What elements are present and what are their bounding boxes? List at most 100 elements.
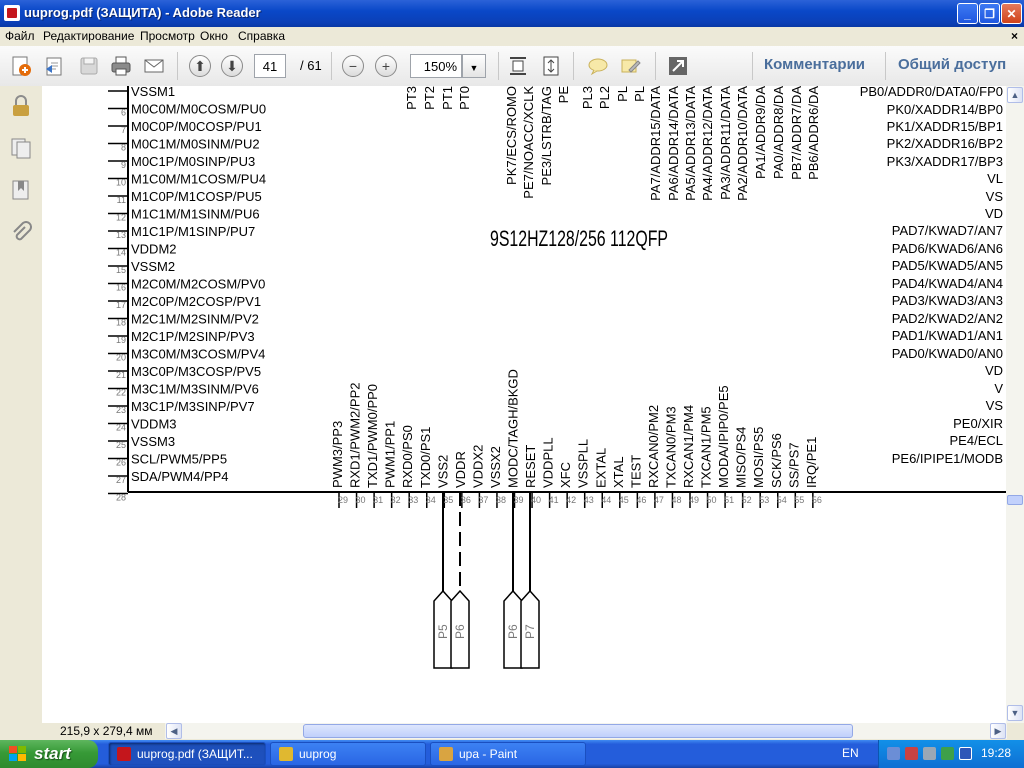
- separator: [177, 52, 178, 80]
- scroll-right-icon[interactable]: ▶: [990, 723, 1006, 739]
- bottom-pin-number: 51: [724, 495, 734, 505]
- network-icon[interactable]: [887, 747, 900, 760]
- left-pin-label: SDA/PWM4/PP4: [131, 469, 229, 484]
- scroll-down-icon[interactable]: ▼: [1007, 705, 1023, 721]
- task-paint[interactable]: upa - Paint: [430, 742, 586, 766]
- lock-icon[interactable]: [9, 94, 33, 118]
- bottom-pin-number: 56: [812, 495, 822, 505]
- bottom-pin-label: VDDX2: [470, 445, 485, 488]
- top-pin-label: PL: [615, 86, 630, 102]
- arrow-down-icon: ⬇: [221, 55, 243, 77]
- create-pdf-icon[interactable]: [8, 53, 34, 79]
- arrow-up-icon: ⬆: [189, 55, 211, 77]
- left-pin-label: M1C0M/M1COSM/PU4: [131, 172, 266, 187]
- bottom-pin-number: 47: [654, 495, 664, 505]
- bottom-pin-label: MODA/IPIP0/PE5: [716, 385, 731, 488]
- zoom-input[interactable]: 150%: [410, 54, 462, 78]
- start-button[interactable]: start: [0, 740, 98, 768]
- left-pin-label: M2C0P/M2COSP/PV1: [131, 294, 261, 309]
- menu-window[interactable]: Окно: [200, 29, 228, 43]
- comment-button[interactable]: [585, 53, 611, 79]
- task-label: upa - Paint: [459, 747, 518, 761]
- security-icon[interactable]: [905, 747, 918, 760]
- maximize-button[interactable]: ❐: [979, 3, 1000, 24]
- open-icon[interactable]: [42, 53, 68, 79]
- zoom-in-button[interactable]: +: [373, 53, 399, 79]
- update-icon[interactable]: [941, 747, 954, 760]
- task-uuprog[interactable]: uuprog: [270, 742, 426, 766]
- left-pin-label: M0C0M/M0COSM/PU0: [131, 102, 266, 117]
- pdf-icon: [117, 747, 131, 761]
- email-icon[interactable]: [141, 53, 167, 79]
- attachments-icon[interactable]: [9, 220, 33, 244]
- bottom-pin-number: 36: [461, 495, 471, 505]
- title-bar[interactable]: uuprog.pdf (ЗАЩИТА) - Adobe Reader _ ❐ ✕: [0, 0, 1024, 27]
- bottom-pin-label: TXCAN1/PM5: [699, 406, 714, 488]
- volume-icon[interactable]: [923, 747, 936, 760]
- fit-width-button[interactable]: [505, 53, 531, 79]
- menu-edit[interactable]: Редактирование: [43, 29, 134, 43]
- fit-page-button[interactable]: [538, 53, 564, 79]
- save-icon[interactable]: [76, 53, 102, 79]
- bottom-pin-label: XTAL: [611, 456, 626, 488]
- bottom-pin-number: 45: [619, 495, 629, 505]
- bookmarks-icon[interactable]: [9, 178, 33, 202]
- share-link[interactable]: Общий доступ: [898, 56, 1006, 73]
- right-pin-label: PK2/XADDR16/BP2: [887, 136, 1003, 151]
- left-pin-label: M2C1M/M2SINM/PV2: [131, 312, 259, 327]
- document-close-icon[interactable]: ×: [1011, 29, 1018, 43]
- page-total-label: / 61: [300, 58, 322, 73]
- horizontal-scroll-thumb[interactable]: [303, 724, 853, 738]
- bottom-pin-label: RESET: [523, 445, 538, 488]
- separator: [752, 52, 753, 80]
- zoom-out-button[interactable]: −: [340, 53, 366, 79]
- task-label: uuprog.pdf (ЗАЩИТ...: [137, 747, 253, 761]
- right-pin-label: PK0/XADDR14/BP0: [887, 102, 1003, 117]
- next-page-button[interactable]: ⬇: [219, 53, 245, 79]
- highlight-button[interactable]: [618, 53, 644, 79]
- bottom-pin-number: 35: [443, 495, 453, 505]
- document-view[interactable]: 9S12HZ128/256 112QFP VSSM1 6 M0C0M/M0COSM/P…: [42, 86, 1006, 723]
- scroll-left-icon[interactable]: ◀: [166, 723, 182, 739]
- vertical-scroll-thumb[interactable]: [1007, 495, 1023, 505]
- top-pin-label: PE3/LSTRB/TAG: [539, 86, 554, 185]
- bottom-pin-label: SS/PS7: [786, 442, 801, 488]
- vertical-scrollbar[interactable]: ▲ ▼: [1006, 86, 1024, 723]
- left-pin-label: M0C1P/M0SINP/PU3: [131, 154, 255, 169]
- horizontal-scrollbar[interactable]: ◀ ▶: [165, 723, 1007, 739]
- system-tray: 19:28: [878, 740, 1024, 768]
- task-adobe-reader[interactable]: uuprog.pdf (ЗАЩИТ...: [108, 742, 266, 766]
- zoom-dropdown-button[interactable]: ▼: [462, 54, 486, 78]
- previous-page-button[interactable]: ⬆: [187, 53, 213, 79]
- chevron-down-icon: ▼: [469, 63, 479, 73]
- menu-help[interactable]: Справка: [238, 29, 285, 43]
- connector-label: P5: [436, 624, 450, 639]
- page-number-input[interactable]: 41: [254, 54, 286, 78]
- menu-file[interactable]: Файл: [5, 29, 35, 43]
- bottom-pin-number: 29: [338, 495, 348, 505]
- monitor-icon[interactable]: [959, 747, 972, 760]
- separator: [498, 52, 499, 80]
- comments-link[interactable]: Комментарии: [764, 56, 865, 73]
- scroll-up-icon[interactable]: ▲: [1007, 87, 1023, 103]
- close-button[interactable]: ✕: [1001, 3, 1022, 24]
- separator: [655, 52, 656, 80]
- top-pin-label: PA3/ADDR11/DATA: [718, 86, 733, 200]
- left-pin-number: 25: [116, 440, 126, 450]
- left-pin-label: M2C0M/M2COSM/PV0: [131, 277, 265, 292]
- minimize-button[interactable]: _: [957, 3, 978, 24]
- language-indicator[interactable]: EN: [842, 746, 859, 760]
- left-pin-number: 20: [116, 353, 126, 363]
- menu-view[interactable]: Просмотр: [140, 29, 195, 43]
- top-pin-label: PL: [632, 86, 647, 102]
- minus-icon: −: [342, 55, 364, 77]
- right-pin-label: VD: [985, 206, 1003, 221]
- right-pin-label: PB0/ADDR0/DATA0/FP0: [860, 86, 1003, 99]
- print-icon[interactable]: [108, 53, 134, 79]
- separator: [573, 52, 574, 80]
- top-pin-label: PA0/ADDR8/DA: [771, 86, 786, 179]
- bottom-pin-number: 43: [584, 495, 594, 505]
- full-screen-button[interactable]: [665, 53, 691, 79]
- bottom-pin-number: 48: [671, 495, 681, 505]
- pages-icon[interactable]: [9, 136, 33, 160]
